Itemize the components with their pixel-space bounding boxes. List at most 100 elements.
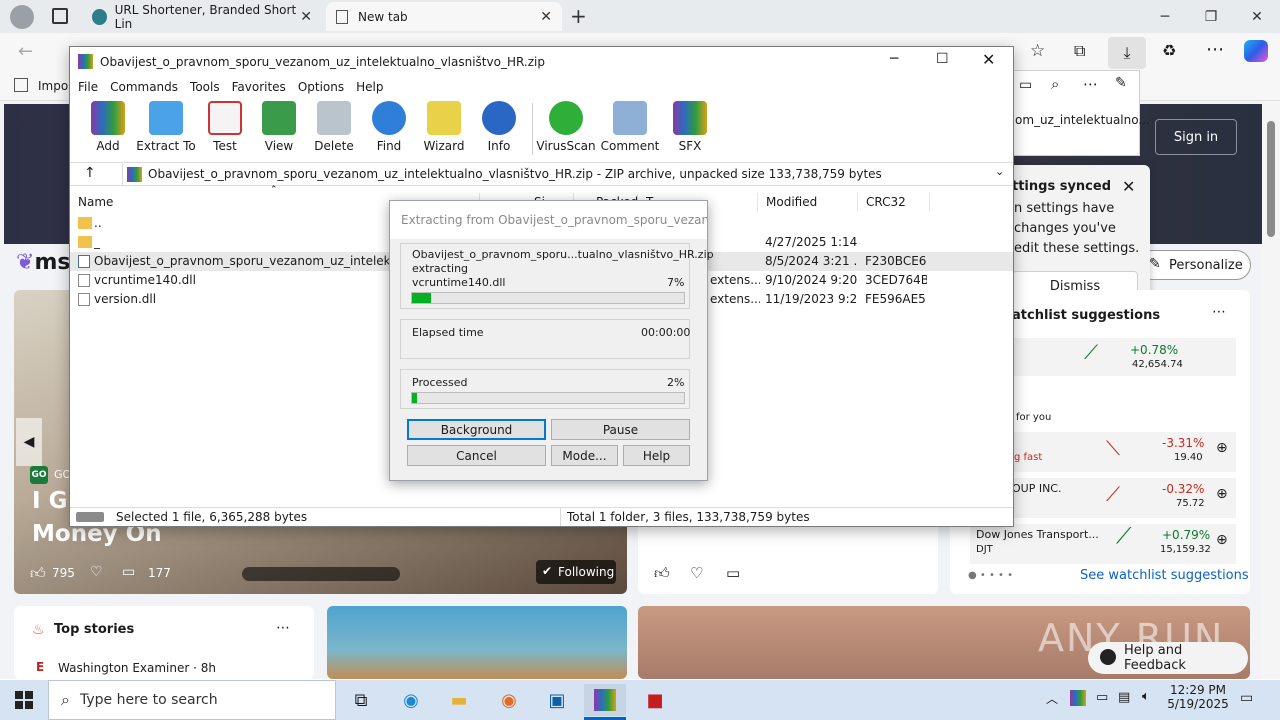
extract-to-button[interactable]: Extract To <box>136 101 196 157</box>
see-watchlist-link[interactable]: See watchlist suggestions <box>1080 568 1249 583</box>
info-button[interactable]: Info <box>471 101 527 157</box>
more-menu-icon[interactable]: ⋯ <box>1206 39 1224 60</box>
menu-file[interactable]: File <box>78 80 98 94</box>
column-crc32[interactable]: CRC32 <box>858 193 930 211</box>
extensions-icon[interactable]: ♻ <box>1162 41 1176 60</box>
story-source[interactable]: Washington Examiner · 8h <box>58 661 216 675</box>
more-icon[interactable]: ⋯ <box>1083 75 1098 93</box>
outlook-icon[interactable]: ▣ <box>536 684 578 716</box>
comment-button[interactable]: Comment <box>600 101 660 157</box>
close-icon[interactable]: ✕ <box>540 9 552 25</box>
page-scrollbar[interactable] <box>1262 101 1280 679</box>
story-image-card[interactable]: ANY RUN Help and Feedback <box>638 606 1250 679</box>
tab-new-tab[interactable]: New tab ✕ <box>326 2 562 31</box>
dislike-icon[interactable]: ♡ <box>690 564 703 582</box>
new-tab-button[interactable]: + <box>570 4 587 28</box>
menu-tools[interactable]: Tools <box>190 80 220 94</box>
wizard-button[interactable]: Wizard <box>416 101 472 157</box>
folder-icon[interactable]: ▭ <box>1019 77 1032 93</box>
pause-button[interactable]: Pause <box>551 419 690 440</box>
add-icon[interactable]: ⊕ <box>1216 486 1228 502</box>
close-window-button[interactable]: ✕ <box>1234 0 1280 33</box>
test-button[interactable]: Test <box>197 101 253 157</box>
minimize-button[interactable]: ─ <box>890 51 898 67</box>
column-modified[interactable]: Modified <box>758 193 858 211</box>
edge-icon[interactable]: ◉ <box>390 684 432 716</box>
favorites-import-label[interactable]: Impor <box>38 79 73 93</box>
copilot-icon[interactable] <box>1244 40 1268 62</box>
clock[interactable]: 12:29 PM 5/19/2025 <box>1166 683 1230 711</box>
restore-button[interactable]: ❐ <box>1188 0 1234 33</box>
carousel-dots[interactable] <box>242 567 400 581</box>
sign-in-button[interactable]: Sign in <box>1155 119 1237 155</box>
view-button[interactable]: View <box>251 101 307 157</box>
download-item-name[interactable]: om_uz_intelektualno... <box>1015 113 1150 127</box>
watchlist-row[interactable]: +0.78% 42,654.74 ⟋ <box>1010 338 1236 376</box>
pin-icon[interactable]: ✎ <box>1115 75 1127 91</box>
winrar-taskbar-icon[interactable] <box>584 684 626 716</box>
story-image-card[interactable] <box>327 606 627 679</box>
tab-url-shortener[interactable]: URL Shortener, Branded Short Lin ✕ <box>82 2 322 31</box>
task-view-icon[interactable]: ⧉ <box>340 684 382 716</box>
background-button[interactable]: Background <box>407 419 546 440</box>
add-icon[interactable]: ⊕ <box>1216 532 1228 548</box>
start-button[interactable] <box>0 680 48 720</box>
menu-commands[interactable]: Commands <box>110 80 178 94</box>
downloads-icon[interactable]: ⤓ <box>1108 37 1146 69</box>
drive-icon[interactable] <box>76 512 104 522</box>
network-icon[interactable]: ▤ <box>1118 690 1130 705</box>
more-icon[interactable]: ⋯ <box>276 620 290 636</box>
comment-icon[interactable]: ▭ <box>122 564 135 580</box>
back-icon[interactable]: ← <box>18 41 33 62</box>
menu-help[interactable]: Help <box>356 80 383 94</box>
watchlist-row[interactable]: Dow Jones Transport... DJT ⟋ +0.79% 15,1… <box>970 524 1236 564</box>
msn-logo[interactable]: ❦ms <box>16 250 70 275</box>
file-explorer-icon[interactable]: ▬ <box>438 684 480 716</box>
more-icon[interactable]: ⋯ <box>1212 304 1226 320</box>
following-button[interactable]: ✔ Following <box>536 560 616 584</box>
chevron-down-icon[interactable]: ⌄ <box>995 165 1004 178</box>
delete-button[interactable]: Delete <box>306 101 362 157</box>
tray-chevron-icon[interactable]: ︿ <box>1046 690 1058 707</box>
tray-winrar-icon[interactable] <box>1070 690 1086 706</box>
personalize-button[interactable]: ✎ Personalize <box>1138 250 1251 280</box>
comment-icon[interactable]: ▭ <box>726 564 740 582</box>
profile-avatar[interactable] <box>10 5 34 29</box>
close-icon[interactable]: ✕ <box>1122 177 1135 196</box>
close-button[interactable]: ✕ <box>982 50 995 69</box>
path-field[interactable]: Obavijest_o_pravnom_sporu_vezanom_uz_int… <box>122 163 1011 185</box>
taskbar-search-box[interactable]: ⌕ Type here to search <box>48 680 336 720</box>
up-arrow-icon[interactable]: ↑ <box>84 165 96 181</box>
add-button[interactable]: Add <box>80 101 136 157</box>
collections-icon[interactable]: ⧉ <box>1074 41 1085 61</box>
volume-icon[interactable]: 🔈︎ <box>1142 689 1150 704</box>
acrobat-icon[interactable]: ■ <box>634 684 676 716</box>
watchlist-row[interactable]: g fast ⟍ -3.31% 19.40 ⊕ <box>1010 432 1236 472</box>
cancel-button[interactable]: Cancel <box>407 445 546 466</box>
mode-button[interactable]: Mode... <box>551 445 618 466</box>
search-icon[interactable]: ⌕ <box>1051 75 1059 93</box>
add-icon[interactable]: ⊕ <box>1216 440 1228 456</box>
minimize-button[interactable]: ─ <box>1142 0 1188 33</box>
like-icon[interactable]: 👍︎ <box>30 564 46 583</box>
tab-actions-icon[interactable] <box>52 8 68 24</box>
menu-favorites[interactable]: Favorites <box>232 80 286 94</box>
close-icon[interactable]: ✕ <box>300 9 312 25</box>
carousel-prev-icon[interactable]: ◀ <box>16 418 42 466</box>
firefox-icon[interactable]: ◉ <box>488 684 530 716</box>
pager-dots[interactable]: ● • • • • <box>968 570 1013 581</box>
help-feedback-button[interactable]: Help and Feedback <box>1088 642 1248 674</box>
menu-options[interactable]: Options <box>298 80 344 94</box>
scrollbar-thumb[interactable] <box>1267 121 1275 237</box>
sfx-button[interactable]: SFX <box>662 101 718 157</box>
maximize-button[interactable]: ☐ <box>936 51 949 67</box>
watchlist-row[interactable]: OUP INC. ⟋ -0.32% 75.72 ⊕ <box>1010 478 1236 518</box>
dislike-icon[interactable]: ♡ <box>90 564 103 580</box>
notification-center-icon[interactable]: ▭ <box>1240 690 1253 706</box>
find-button[interactable]: Find <box>361 101 417 157</box>
virusscan-button[interactable]: VirusScan <box>536 101 596 157</box>
like-icon[interactable]: 👍︎ <box>654 564 670 583</box>
tray-device-icon[interactable]: ▭ <box>1096 690 1108 705</box>
favorites-icon[interactable]: ☆ <box>1030 41 1045 61</box>
help-button[interactable]: Help <box>623 445 690 466</box>
